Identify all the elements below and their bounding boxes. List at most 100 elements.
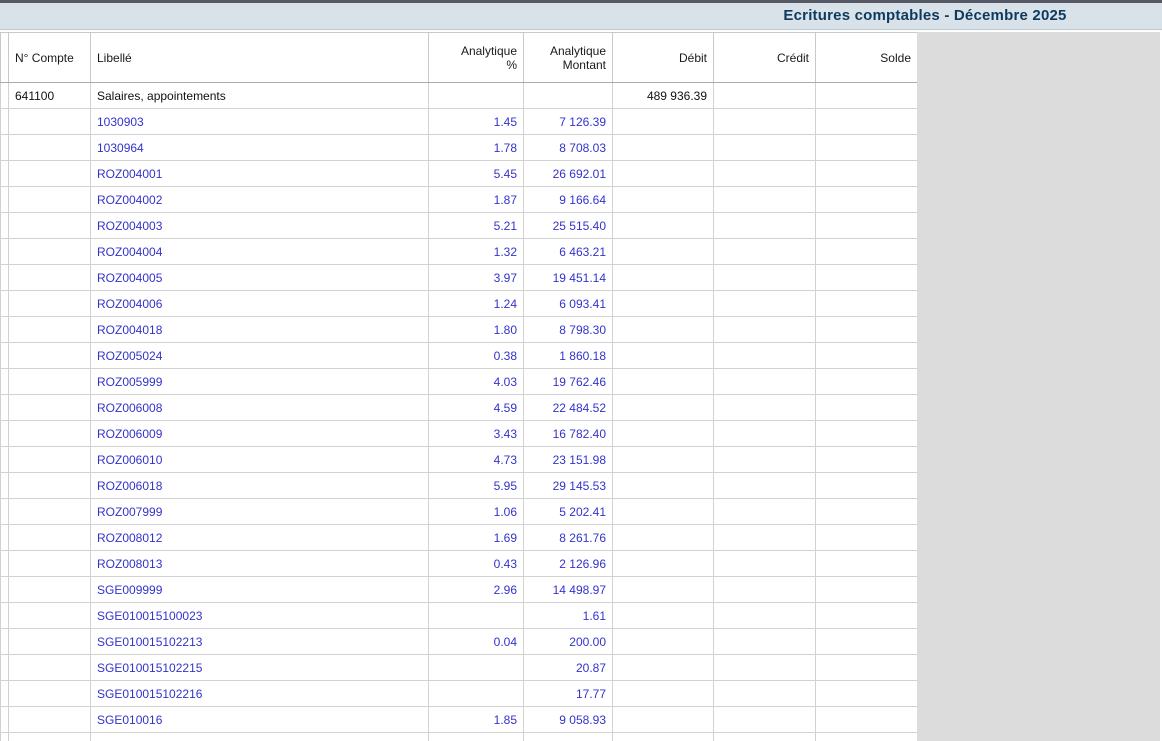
credit-cell: [713, 238, 816, 265]
credit-cell: [713, 628, 816, 655]
label-cell[interactable]: ROZ006009: [90, 420, 429, 447]
credit-cell: [713, 680, 816, 707]
account-cell: [8, 238, 91, 265]
account-cell: 641100: [8, 82, 91, 109]
solde-cell: [815, 134, 918, 161]
label-cell[interactable]: ROZ004003: [90, 212, 429, 239]
account-cell: [8, 472, 91, 499]
credit-cell: [713, 602, 816, 629]
debit-cell: [612, 160, 714, 187]
debit-cell: [612, 446, 714, 473]
credit-cell: [713, 576, 816, 603]
debit-cell: [612, 602, 714, 629]
solde-cell: [815, 550, 918, 577]
credit-cell: [713, 394, 816, 421]
label-cell[interactable]: SGE010015102213: [90, 628, 429, 655]
account-cell: [8, 134, 91, 161]
table-row: SGE010016 1.85 9 058.93: [0, 706, 918, 733]
row-marker-cell: [0, 108, 9, 135]
table-row: ROZ008012 1.69 8 261.76: [0, 524, 918, 551]
table-row: ROZ007999 1.06 5 202.41: [0, 498, 918, 525]
debit-cell: [612, 186, 714, 213]
solde-cell: [815, 576, 918, 603]
analytic-pct-cell: 2.96: [428, 576, 524, 603]
debit-cell: 489 936.39: [612, 82, 714, 109]
solde-cell: [815, 524, 918, 551]
credit-cell: [713, 524, 816, 551]
debit-cell: [612, 498, 714, 525]
analytic-amount-cell: 25 515.40: [523, 212, 613, 239]
credit-cell: [713, 420, 816, 447]
label-cell[interactable]: SGE010015100023: [90, 602, 429, 629]
label-cell[interactable]: ROZ004001: [90, 160, 429, 187]
debit-cell: [612, 680, 714, 707]
analytic-amount-cell: 8 261.76: [523, 524, 613, 551]
analytic-pct-cell: 1.45: [428, 108, 524, 135]
analytic-amount-cell: 7 126.39: [523, 108, 613, 135]
label-cell[interactable]: ROZ005999: [90, 368, 429, 395]
column-header-solde: Solde: [815, 32, 918, 83]
solde-cell: [815, 212, 918, 239]
analytic-amount-cell: 200.00: [523, 628, 613, 655]
label-cell[interactable]: SGE010015102216: [90, 680, 429, 707]
solde-cell: [815, 160, 918, 187]
label-cell[interactable]: ROZ006018: [90, 472, 429, 499]
account-cell: [8, 680, 91, 707]
solde-cell: [815, 602, 918, 629]
table-row: ROZ006010 4.73 23 151.98: [0, 446, 918, 473]
debit-cell: [612, 108, 714, 135]
analytic-pct-cell: 3.43: [428, 420, 524, 447]
account-cell: [8, 316, 91, 343]
label-cell[interactable]: SGE010016: [90, 706, 429, 733]
debit-cell: [612, 342, 714, 369]
label-cell[interactable]: ROZ004006: [90, 290, 429, 317]
label-cell[interactable]: ROZ008013: [90, 550, 429, 577]
debit-cell: [612, 264, 714, 291]
debit-cell: [612, 706, 714, 733]
label-cell[interactable]: SGE009999: [90, 576, 429, 603]
label-cell[interactable]: 1030903: [90, 108, 429, 135]
analytic-amount-cell: 5 202.41: [523, 498, 613, 525]
label-cell[interactable]: 1030964: [90, 134, 429, 161]
analytic-amount-cell: 8 798.30: [523, 316, 613, 343]
table-row: ROZ005024 0.38 1 860.18: [0, 342, 918, 369]
label-cell[interactable]: ROZ007999: [90, 498, 429, 525]
solde-cell: [815, 394, 918, 421]
debit-cell: [612, 576, 714, 603]
account-cell: [8, 368, 91, 395]
debit-cell: [612, 394, 714, 421]
table-row: SGE010015100023 1.61: [0, 602, 918, 629]
debit-cell: [612, 550, 714, 577]
analytic-pct-cell: [428, 82, 524, 109]
account-cell: [8, 628, 91, 655]
row-marker-cell: [0, 524, 9, 551]
label-cell[interactable]: ROZ008012: [90, 524, 429, 551]
row-marker-cell: [0, 186, 9, 213]
label-cell[interactable]: ROZ006008: [90, 394, 429, 421]
column-header-marker: [0, 32, 9, 83]
solde-cell: [815, 446, 918, 473]
label-cell[interactable]: ROZ004005: [90, 264, 429, 291]
analytic-pct-cell: 5.45: [428, 160, 524, 187]
label-cell[interactable]: ROZ004002: [90, 186, 429, 213]
label-cell[interactable]: SGE010015102215: [90, 654, 429, 681]
analytic-pct-cell: 3.97: [428, 264, 524, 291]
label-cell[interactable]: ROZ006010: [90, 446, 429, 473]
credit-cell: [713, 706, 816, 733]
solde-cell: [815, 290, 918, 317]
analytic-amount-cell: 9 166.64: [523, 186, 613, 213]
table-row: ROZ005999 4.03 19 762.46: [0, 368, 918, 395]
column-header-analytic-amount: Analytique Montant: [523, 32, 613, 83]
row-marker-cell: [0, 134, 9, 161]
analytic-pct-cell: 5.21: [428, 212, 524, 239]
label-cell[interactable]: ROZ004004: [90, 238, 429, 265]
debit-cell: [612, 212, 714, 239]
label-cell[interactable]: ROZ005024: [90, 342, 429, 369]
column-header-credit: Crédit: [713, 32, 816, 83]
account-cell: [8, 602, 91, 629]
credit-cell: [713, 732, 816, 741]
label-cell[interactable]: ROZ004018: [90, 316, 429, 343]
account-cell: [8, 186, 91, 213]
account-cell: [8, 654, 91, 681]
solde-cell: [815, 680, 918, 707]
